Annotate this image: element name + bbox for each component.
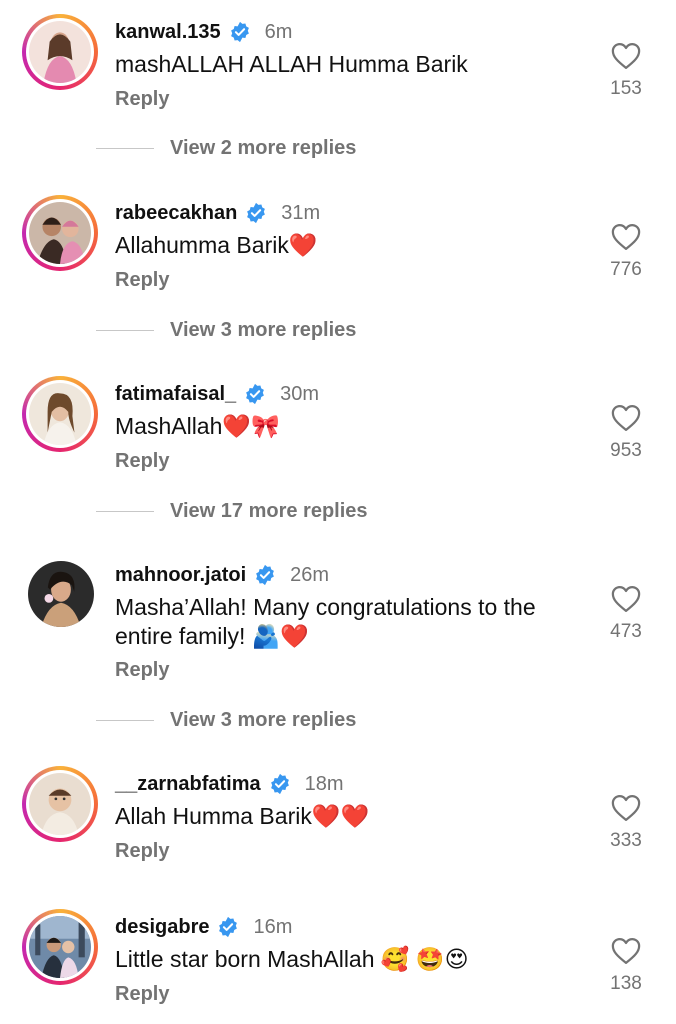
- reply-button[interactable]: Reply: [115, 840, 169, 863]
- avatar[interactable]: [22, 766, 98, 842]
- view-more-replies[interactable]: View 3 more replies: [96, 315, 356, 345]
- divider-line: [96, 510, 154, 512]
- username[interactable]: desigabre: [115, 916, 209, 939]
- like-count: 776: [610, 259, 642, 280]
- avatar[interactable]: [28, 561, 94, 627]
- comment-time: 26m: [290, 563, 330, 586]
- reply-button[interactable]: Reply: [115, 983, 169, 1006]
- like-count: 333: [610, 830, 642, 851]
- view-more-replies[interactable]: View 2 more replies: [96, 133, 356, 163]
- heart-icon[interactable]: [611, 585, 641, 613]
- heart-icon[interactable]: [611, 937, 641, 965]
- verified-badge-icon: [219, 916, 238, 938]
- username[interactable]: kanwal.135: [115, 21, 221, 44]
- like-area: 953: [590, 404, 662, 462]
- username[interactable]: fatimafaisal_: [115, 383, 236, 406]
- verified-badge-icon: [247, 202, 266, 224]
- like-count: 138: [610, 973, 642, 994]
- view-more-label: View 17 more replies: [170, 499, 368, 522]
- like-area: 153: [590, 42, 662, 100]
- heart-icon[interactable]: [611, 42, 641, 70]
- verified-badge-icon: [256, 564, 275, 586]
- view-more-replies[interactable]: View 3 more replies: [96, 705, 356, 735]
- view-more-label: View 2 more replies: [170, 136, 357, 159]
- comment-time: 6m: [264, 20, 293, 43]
- like-count: 473: [610, 621, 642, 642]
- reply-button[interactable]: Reply: [115, 88, 169, 111]
- divider-line: [96, 719, 154, 721]
- like-area: 138: [590, 937, 662, 995]
- like-area: 776: [590, 223, 662, 281]
- comment-text: Allahumma Barik❤️: [115, 232, 318, 258]
- like-area: 333: [590, 794, 662, 852]
- avatar[interactable]: [22, 376, 98, 452]
- verified-badge-icon: [230, 21, 249, 43]
- verified-badge-icon: [246, 383, 265, 405]
- heart-icon[interactable]: [611, 794, 641, 822]
- comment-text: MashAllah❤️🎀: [115, 413, 280, 439]
- view-more-label: View 3 more replies: [170, 708, 357, 731]
- comment-text: Little star born MashAllah 🥰 🤩😍: [115, 946, 469, 972]
- reply-button[interactable]: Reply: [115, 450, 169, 473]
- username[interactable]: rabeecakhan: [115, 202, 237, 225]
- username[interactable]: __zarnabfatima: [115, 773, 261, 796]
- divider-line: [96, 147, 154, 149]
- like-area: 473: [590, 585, 662, 643]
- comment-time: 30m: [280, 382, 320, 405]
- comment-time: 18m: [304, 772, 344, 795]
- comment-text: Masha’Allah! Many congratulations to the…: [115, 594, 536, 649]
- like-count: 153: [610, 78, 642, 99]
- heart-icon[interactable]: [611, 223, 641, 251]
- heart-icon[interactable]: [611, 404, 641, 432]
- reply-button[interactable]: Reply: [115, 659, 169, 682]
- comment-text: mashALLAH ALLAH Humma Barik: [115, 51, 468, 77]
- username[interactable]: mahnoor.jatoi: [115, 564, 246, 587]
- divider-line: [96, 329, 154, 331]
- verified-badge-icon: [270, 773, 289, 795]
- avatar[interactable]: [22, 909, 98, 985]
- avatar[interactable]: [22, 195, 98, 271]
- comment-time: 16m: [253, 915, 293, 938]
- comment-time: 31m: [281, 201, 321, 224]
- view-more-replies[interactable]: View 17 more replies: [96, 496, 368, 526]
- comment-text: Allah Humma Barik❤️❤️: [115, 803, 370, 829]
- reply-button[interactable]: Reply: [115, 269, 169, 292]
- view-more-label: View 3 more replies: [170, 318, 357, 341]
- avatar[interactable]: [22, 14, 98, 90]
- like-count: 953: [610, 440, 642, 461]
